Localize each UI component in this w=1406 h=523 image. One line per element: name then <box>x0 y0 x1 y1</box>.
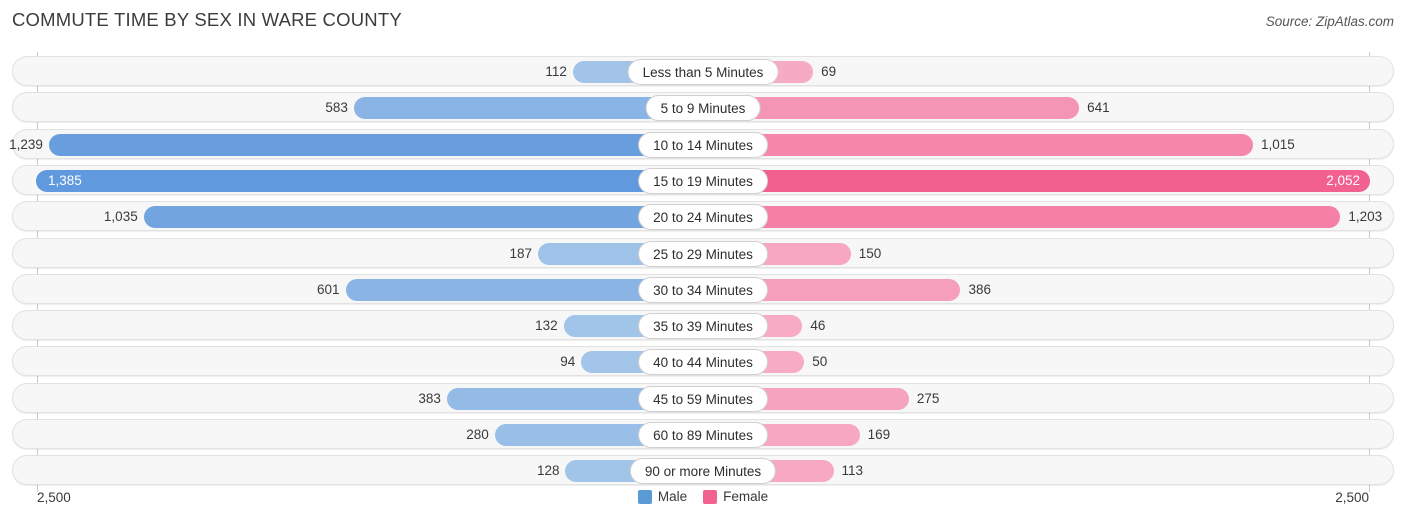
category-label: 90 or more Minutes <box>629 458 777 485</box>
table-row: 280 169 60 to 89 Minutes <box>12 419 1394 449</box>
value-label-male: 187 <box>509 245 533 261</box>
bar-track: 583 641 5 to 9 Minutes <box>13 93 1393 122</box>
table-row: 601 386 30 to 34 Minutes <box>12 273 1394 304</box>
value-label-female: 113 <box>841 463 864 479</box>
bar-track: 187 150 25 to 29 Minutes <box>13 239 1393 267</box>
value-label-male: 280 <box>466 427 489 442</box>
value-label-male: 1,035 <box>103 209 138 225</box>
value-label-female: 275 <box>916 390 940 406</box>
value-label-male: 132 <box>535 318 558 334</box>
category-label: Less than 5 Minutes <box>627 59 779 85</box>
value-label-female: 169 <box>867 427 891 442</box>
legend-label: Male <box>657 489 688 504</box>
bar-male <box>143 206 702 229</box>
value-label-female: 69 <box>821 64 837 79</box>
table-row: 187 150 25 to 29 Minutes <box>12 237 1394 268</box>
chart-legend: Male Female <box>0 489 1406 504</box>
category-label: 20 to 24 Minutes <box>638 204 768 231</box>
category-label: 5 to 9 Minutes <box>645 95 761 122</box>
table-row: 128 113 90 or more Minutes <box>12 455 1394 486</box>
category-label: 10 to 14 Minutes <box>638 131 768 158</box>
table-row: 583 641 5 to 9 Minutes <box>12 92 1394 123</box>
category-label: 60 to 89 Minutes <box>638 422 768 448</box>
legend-swatch-male <box>637 489 652 504</box>
value-label-male: 112 <box>545 64 567 79</box>
table-row: 1,239 1,015 10 to 14 Minutes <box>9 128 1394 159</box>
bar-female <box>704 169 1370 192</box>
bar-male <box>36 169 702 192</box>
category-label: 40 to 44 Minutes <box>638 349 768 376</box>
value-label-female: 641 <box>1087 100 1110 116</box>
legend-item-male[interactable]: Male <box>637 489 688 504</box>
bar-track: 601 386 30 to 34 Minutes <box>13 275 1393 303</box>
table-row: 1,035 1,203 20 to 24 Minutes <box>12 201 1394 232</box>
bar-track: 132 46 35 to 39 Minutes <box>13 311 1393 340</box>
value-label-female: 2,052 <box>1326 172 1360 188</box>
category-label: 25 to 29 Minutes <box>638 240 768 267</box>
bar-male <box>48 133 702 156</box>
chart-plot-area: 112 69 Less than 5 Minutes 583 641 5 to 9 Min… <box>0 52 1406 492</box>
bar-track: 1,385 2,052 15 to 19 Minutes <box>13 166 1393 194</box>
table-row: 1,385 2,052 15 to 19 Minutes <box>12 164 1394 195</box>
value-label-male: 1,239 <box>9 136 43 152</box>
bar-track: 112 69 Less than 5 Minutes <box>13 57 1393 85</box>
category-label: 30 to 34 Minutes <box>638 276 768 303</box>
value-label-male: 601 <box>317 281 340 297</box>
bar-track: 383 275 45 to 59 Minutes <box>13 384 1393 412</box>
category-label: 45 to 59 Minutes <box>638 385 768 412</box>
category-label: 35 to 39 Minutes <box>638 313 768 340</box>
table-row: 383 275 45 to 59 Minutes <box>12 382 1394 413</box>
legend-label: Female <box>723 489 769 504</box>
table-row: 132 46 35 to 39 Minutes <box>12 310 1394 341</box>
value-label-male: 583 <box>325 100 348 116</box>
value-label-male: 383 <box>418 390 441 406</box>
value-label-female: 386 <box>968 281 992 297</box>
value-label-male: 1,385 <box>48 172 82 188</box>
value-label-male: 128 <box>536 463 560 479</box>
legend-item-female[interactable]: Female <box>703 489 768 504</box>
value-label-female: 50 <box>812 354 828 370</box>
bar-track: 280 169 60 to 89 Minutes <box>13 420 1393 448</box>
bar-track: 1,239 1,015 10 to 14 Minutes <box>9 130 1393 158</box>
value-label-female: 1,203 <box>1348 209 1383 225</box>
value-label-female: 1,015 <box>1260 136 1295 152</box>
chart-source: Source: ZipAtlas.com <box>1265 14 1394 29</box>
legend-swatch-female <box>703 489 718 504</box>
value-label-female: 150 <box>858 245 882 261</box>
bar-track: 1,035 1,203 20 to 24 Minutes <box>13 202 1393 231</box>
table-row: 112 69 Less than 5 Minutes <box>12 56 1394 86</box>
bar-female <box>704 206 1341 229</box>
bar-female <box>704 133 1253 156</box>
value-label-male: 94 <box>560 354 576 370</box>
chart-title: COMMUTE TIME BY SEX IN WARE COUNTY <box>12 9 402 30</box>
bar-track: 128 113 90 or more Minutes <box>13 456 1393 485</box>
bar-track: 94 50 40 to 44 Minutes <box>13 347 1393 376</box>
value-label-female: 46 <box>810 318 826 334</box>
table-row: 94 50 40 to 44 Minutes <box>12 346 1394 377</box>
category-label: 15 to 19 Minutes <box>638 167 768 194</box>
